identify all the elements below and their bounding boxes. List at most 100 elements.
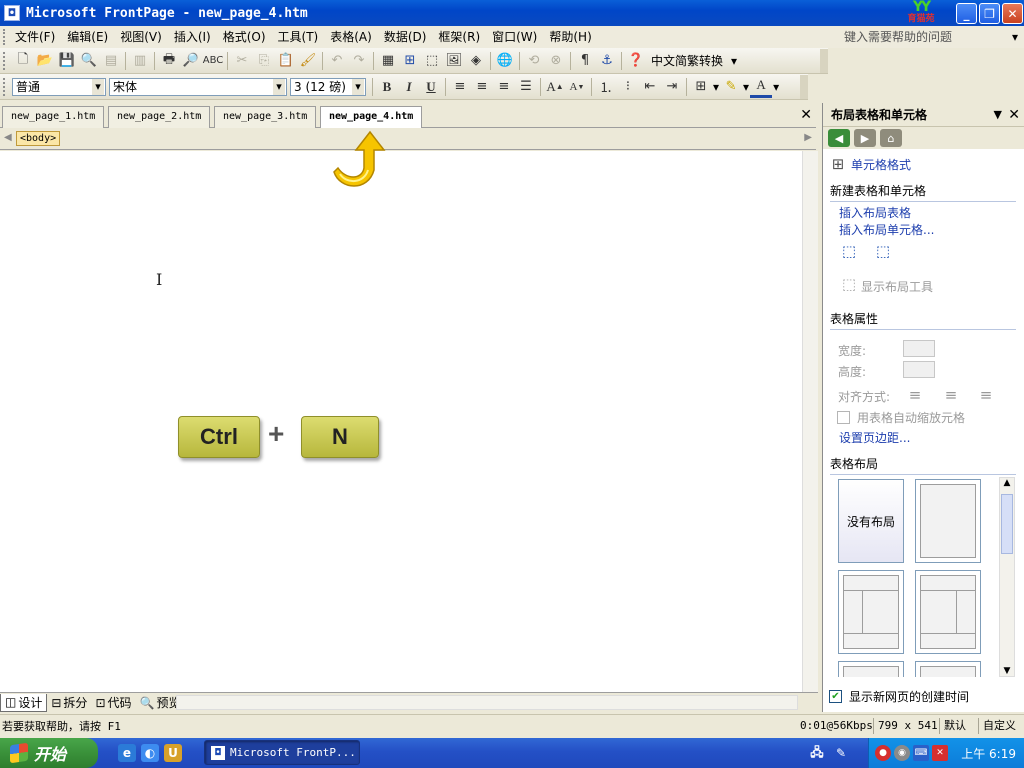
tab-code[interactable]: ⊡ 代码	[91, 694, 135, 711]
close-document-icon[interactable]: ✕	[800, 107, 812, 123]
justify-icon[interactable]: ☰	[515, 76, 537, 98]
menu-view[interactable]: 视图(V)	[114, 27, 168, 47]
save-icon[interactable]: 💾	[56, 50, 78, 72]
decrease-indent-icon[interactable]: ⇤	[639, 76, 661, 98]
network-icon[interactable]: 🖧	[808, 744, 826, 762]
tray-app-icon[interactable]: ✕	[932, 745, 948, 761]
draw-layout-table-icon[interactable]: ⬚	[839, 242, 859, 260]
tab-new-page-1[interactable]: new_page_1.htm	[2, 106, 105, 128]
bullets-icon[interactable]: ⁝	[617, 76, 639, 98]
toolbar-grip[interactable]	[3, 77, 8, 96]
menu-window[interactable]: 窗口(W)	[486, 27, 543, 47]
forward-icon[interactable]: ▶	[854, 129, 876, 147]
scroll-thumb[interactable]	[1001, 494, 1013, 554]
menu-help[interactable]: 帮助(H)	[543, 27, 597, 47]
undo-icon[interactable]: ↶	[326, 50, 348, 72]
page-margins-link[interactable]: 设置页边距...	[839, 429, 910, 446]
search-files-icon[interactable]: 🔍	[78, 50, 100, 72]
height-field[interactable]	[903, 361, 935, 378]
tab-new-page-4[interactable]: new_page_4.htm	[320, 106, 423, 129]
show-created-time-checkbox[interactable]: ✔	[829, 690, 842, 703]
insert-layout-table-link[interactable]: 插入布局表格	[839, 204, 911, 221]
style-select[interactable]: 普通	[12, 77, 106, 96]
minimize-button[interactable]: _	[956, 3, 977, 24]
font-size-select[interactable]: 3 (12 磅)	[290, 77, 366, 96]
cut-icon[interactable]: ✂	[231, 50, 253, 72]
layout-more-2[interactable]	[915, 661, 981, 677]
publish-icon[interactable]: ▤	[100, 50, 122, 72]
align-center-icon[interactable]: ≡	[471, 76, 493, 98]
width-field[interactable]	[903, 340, 935, 357]
borders-icon[interactable]: ⊞	[690, 76, 712, 98]
frontpage-app-icon[interactable]: ◘	[4, 5, 20, 21]
tab-design[interactable]: ◫ 设计	[0, 693, 48, 712]
layout-gallery-scrollbar[interactable]: ▲ ▼	[999, 477, 1015, 677]
toolbar-overflow[interactable]	[800, 74, 808, 99]
redo-icon[interactable]: ↷	[348, 50, 370, 72]
insert-picture-icon[interactable]: 🖼	[443, 50, 465, 72]
toggle-pane-icon[interactable]: ▥	[129, 50, 151, 72]
menu-tools[interactable]: 工具(T)	[272, 27, 325, 47]
drawing-icon[interactable]: ◈	[465, 50, 487, 72]
body-tag[interactable]: <body>	[16, 131, 61, 146]
mode-custom[interactable]: 自定义	[978, 718, 1016, 734]
ie-icon[interactable]: e	[118, 744, 136, 762]
copy-icon[interactable]: ⎘	[253, 50, 275, 72]
help-icon[interactable]: ❓	[625, 50, 647, 72]
tab-new-page-2[interactable]: new_page_2.htm	[108, 106, 211, 128]
refresh-icon[interactable]: ⟲	[523, 50, 545, 72]
tag-scroll-left-icon[interactable]: ◀	[4, 132, 12, 143]
italic-button[interactable]: I	[398, 76, 420, 98]
insert-layer-icon[interactable]: ⬚	[421, 50, 443, 72]
hyperlink-icon[interactable]: 🌐	[494, 50, 516, 72]
chevron-down-icon[interactable]: ▾	[772, 80, 780, 94]
insert-layout-cell-link[interactable]: 插入布局单元格...	[839, 221, 934, 238]
stop-icon[interactable]: ⊗	[545, 50, 567, 72]
menu-frames[interactable]: 框架(R)	[432, 27, 486, 47]
format-painter-icon[interactable]: 🖌	[297, 50, 319, 72]
task-pane-close-icon[interactable]: ✕	[1008, 107, 1020, 123]
show-layout-tools-link[interactable]: 显示布局工具	[861, 278, 933, 295]
close-window-button[interactable]: ✕	[1002, 3, 1023, 24]
decrease-font-icon[interactable]: A ▼	[566, 76, 588, 98]
cell-format-link[interactable]: 单元格格式	[851, 156, 911, 173]
menu-edit[interactable]: 编辑(E)	[61, 27, 114, 47]
ask-question-box[interactable]: 键入需要帮助的问题	[840, 28, 1020, 46]
layout-header-right-sidebar[interactable]	[915, 570, 981, 654]
numbering-icon[interactable]: ⒈	[595, 76, 617, 98]
scroll-down-icon[interactable]: ▼	[1000, 666, 1014, 676]
home-icon[interactable]: ⌂	[880, 129, 902, 147]
web-component-icon[interactable]: ▦	[377, 50, 399, 72]
layout-header-sidebar[interactable]	[838, 570, 904, 654]
new-page-icon[interactable]: 🗋	[12, 50, 34, 72]
tag-scroll-right-icon[interactable]: ▶	[804, 132, 812, 143]
mode-default[interactable]: 默认	[939, 718, 966, 734]
menu-insert[interactable]: 插入(I)	[168, 27, 217, 47]
tab-split[interactable]: ⊟ 拆分	[47, 694, 91, 711]
align-left-icon[interactable]: ≡	[449, 76, 471, 98]
autoscale-checkbox[interactable]	[837, 411, 850, 424]
antivirus-icon[interactable]: ●	[875, 745, 891, 761]
chevron-down-icon[interactable]: ▾	[727, 54, 741, 68]
editor-horizontal-scrollbar[interactable]	[176, 695, 798, 710]
layout-none[interactable]: 没有布局	[838, 479, 904, 563]
paste-icon[interactable]: 📋	[275, 50, 297, 72]
font-color-icon[interactable]: A	[750, 76, 773, 98]
layout-more-1[interactable]	[838, 661, 904, 677]
toolbar-grip[interactable]	[3, 51, 8, 70]
editor-vertical-scrollbar[interactable]	[802, 151, 818, 692]
quicklaunch-app-icon[interactable]: U	[164, 744, 182, 762]
menu-table[interactable]: 表格(A)	[324, 27, 378, 47]
scroll-up-icon[interactable]: ▲	[1000, 478, 1014, 488]
align-left-icon[interactable]: ≡	[905, 386, 925, 404]
outlook-icon[interactable]: ◐	[141, 744, 159, 762]
align-right-icon[interactable]: ≡	[976, 386, 996, 404]
input-method-icon[interactable]: ⌨	[913, 745, 929, 761]
increase-font-icon[interactable]: A ▲	[544, 76, 566, 98]
maximize-button[interactable]: ❐	[979, 3, 1000, 24]
chinese-convert-button[interactable]: 中文简繁转换	[647, 52, 727, 69]
layout-single[interactable]	[915, 479, 981, 563]
print-icon[interactable]: 🖶	[158, 50, 180, 72]
back-icon[interactable]: ◀	[828, 129, 850, 147]
speaker-icon[interactable]: ◉	[894, 745, 910, 761]
